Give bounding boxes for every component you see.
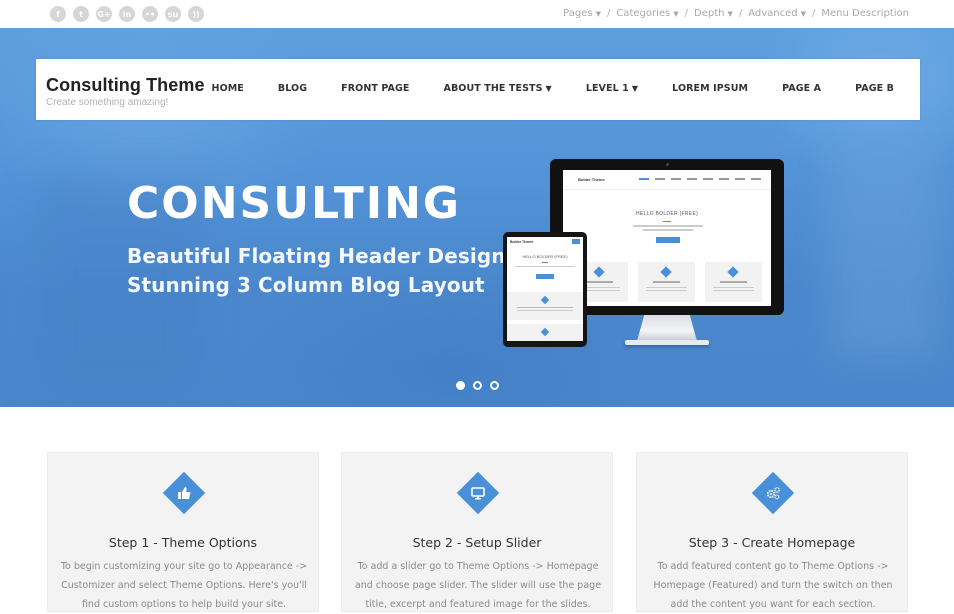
nav-page-b[interactable]: PAGE B — [855, 83, 894, 94]
separator: / — [684, 8, 688, 19]
caret-down-icon: ▼ — [631, 84, 639, 93]
twitter-icon[interactable]: t — [73, 6, 89, 22]
google-plus-icon[interactable]: G+ — [96, 6, 112, 22]
caret-down-icon: ▼ — [673, 10, 679, 18]
facebook-icon[interactable]: f — [50, 6, 66, 22]
slider-dot-2[interactable] — [473, 381, 482, 390]
nav-about-the-tests[interactable]: ABOUT THE TESTS ▼ — [444, 83, 552, 94]
caret-down-icon: ▼ — [545, 84, 552, 93]
top-menu-menu-description[interactable]: Menu Description — [821, 8, 909, 19]
background-blur — [830, 158, 940, 358]
top-menu-advanced[interactable]: Advanced ▼ — [748, 8, 806, 19]
feature-body: To begin customizing your site go to App… — [60, 561, 308, 610]
monitor-stand — [637, 315, 697, 341]
caret-down-icon: ▼ — [800, 10, 807, 18]
slider-dot-1[interactable] — [456, 381, 465, 390]
hero-subtitle-1: Beautiful Floating Header Design — [127, 244, 506, 268]
caret-down-icon: ▼ — [595, 10, 601, 18]
feature-body: To add a slider go to Theme Options -> H… — [354, 561, 602, 610]
nav-blog[interactable]: BLOG — [278, 83, 307, 94]
feature-title: Step 1 - Theme Options — [108, 535, 258, 550]
mockup-menu-icon — [572, 239, 580, 244]
mockup-nav: Bolder Theme — [563, 170, 771, 190]
flickr-icon[interactable]: •• — [142, 6, 158, 22]
tablet-mockup: Bolder Theme HELLO BOLDER (FREE) — [503, 232, 587, 347]
feature-title: Step 3 - Create Homepage — [688, 535, 856, 550]
mockup-card — [638, 262, 695, 302]
hero-title: CONSULTING — [127, 178, 462, 229]
mockup-card — [705, 262, 762, 302]
mockup-links — [639, 178, 761, 180]
top-menu-pages[interactable]: Pages ▼ — [563, 8, 601, 19]
social-links: f t G+ in •• su )) — [50, 6, 204, 22]
mockup-card — [507, 324, 583, 341]
linkedin-icon[interactable]: in — [119, 6, 135, 22]
top-bar: f t G+ in •• su )) Pages ▼ / Categories ▼ … — [0, 0, 954, 28]
nav-page-a[interactable]: PAGE A — [782, 83, 821, 94]
slider-pagination — [456, 381, 499, 390]
mockup-headline: HELLO BOLDER (FREE) — [522, 254, 568, 259]
feature-body: To add featured content go to Theme Opti… — [653, 561, 893, 610]
mockup-headline: HELLO BOLDER (FREE) — [635, 211, 699, 217]
tablet-screen: Bolder Theme HELLO BOLDER (FREE) — [507, 237, 583, 341]
top-menu-categories[interactable]: Categories ▼ — [616, 8, 678, 19]
rss-icon[interactable]: )) — [188, 6, 204, 22]
site-tagline: Create something amazing! — [46, 97, 169, 108]
webcam — [666, 163, 669, 166]
monitor-base — [625, 340, 709, 345]
site-header: Consulting Theme Create something amazin… — [36, 59, 920, 120]
feature-card: Step 1 - Theme Options To begin customiz… — [47, 452, 319, 612]
feature-card: Step 3 - Create Homepage To add featured… — [636, 452, 908, 612]
slider-dot-3[interactable] — [490, 381, 499, 390]
feature-card: Step 2 - Setup Slider To add a slider go… — [341, 452, 613, 612]
icon-badge — [456, 471, 500, 515]
thumbs-up-icon — [168, 477, 200, 509]
top-menu-depth[interactable]: Depth ▼ — [694, 8, 733, 19]
separator: / — [606, 8, 611, 19]
desktop-icon — [462, 477, 494, 509]
desktop-screen: Bolder Theme HELLO BOLDER (FREE) — [563, 170, 771, 306]
nav-home[interactable]: HOME — [212, 83, 244, 94]
mockup-brand: Bolder Theme — [510, 240, 534, 244]
mockup-button — [536, 274, 554, 279]
icon-badge — [751, 471, 795, 515]
stumbleupon-icon[interactable]: su — [165, 6, 181, 22]
mockup-button — [656, 237, 680, 243]
main-nav: HOME BLOG FRONT PAGE ABOUT THE TESTS ▼ LE… — [178, 83, 894, 94]
mockup-card — [507, 292, 583, 320]
icon-badge — [162, 471, 206, 515]
gears-icon — [757, 477, 789, 509]
mockup-brand: Bolder Theme — [578, 177, 605, 182]
hero-subtitle-2: Stunning 3 Column Blog Layout — [127, 273, 485, 297]
feature-title: Step 2 - Setup Slider — [412, 535, 542, 550]
caret-down-icon: ▼ — [727, 10, 733, 18]
nav-front-page[interactable]: FRONT PAGE — [341, 83, 409, 94]
top-menu: Pages ▼ / Categories ▼ / Depth ▼ / Advanced… — [563, 8, 909, 19]
separator: / — [812, 8, 816, 19]
nav-level-1[interactable]: LEVEL 1 ▼ — [586, 83, 638, 94]
nav-lorem-ipsum[interactable]: LOREM IPSUM — [672, 83, 748, 94]
separator: / — [738, 8, 743, 19]
